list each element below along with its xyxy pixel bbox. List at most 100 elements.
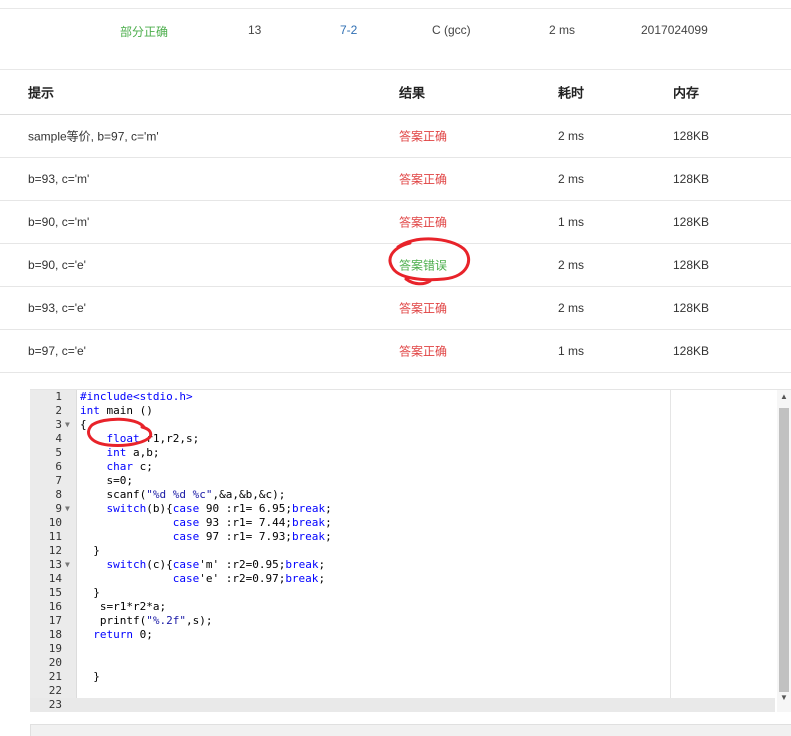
line-code: case 93 :r1= 7.44;break; (172, 516, 332, 529)
code-line[interactable]: 6 char c; (30, 460, 775, 474)
line-number: 1 (55, 390, 62, 403)
row-hint: b=93, c='m' (28, 172, 90, 186)
line-number: 17 (48, 614, 62, 627)
row-memory: 128KB (673, 172, 710, 186)
code-line[interactable]: 19 (30, 642, 775, 656)
row-result: 答案正确 (399, 215, 448, 230)
user-id: 2017024099 (641, 23, 708, 37)
line-code: { (80, 418, 87, 431)
row-result: 答案正确 (399, 344, 448, 359)
line-number: 15 (48, 586, 62, 599)
header-time: 耗时 (558, 85, 585, 101)
table-row: b=93, c='m' 答案正确 2 ms 128KB (0, 158, 791, 201)
code-line[interactable]: 7 s=0; (30, 474, 775, 488)
fold-toggle-icon[interactable]: ▼ (65, 558, 70, 572)
line-code: } (80, 544, 100, 557)
code-line[interactable]: 4 float r1,r2,s; (30, 432, 775, 446)
line-number: 11 (48, 530, 62, 543)
line-number: 12 (48, 544, 62, 557)
line-number: 6 (55, 460, 62, 473)
code-line[interactable]: 14 case'e' :r2=0.97;break; (30, 572, 775, 586)
code-line[interactable]: 15 } (30, 586, 775, 600)
code-line[interactable]: 9 ▼ switch(b){case 90 :r1= 6.95;break; (30, 502, 775, 516)
line-number: 4 (55, 432, 62, 445)
header-result: 结果 (399, 85, 426, 101)
problem-link[interactable]: 7-2 (340, 23, 357, 37)
line-code: s=0; (80, 474, 133, 487)
row-time: 1 ms (558, 215, 585, 229)
line-number: 23 (48, 698, 62, 711)
table-row: b=90, c='m' 答案正确 1 ms 128KB (0, 201, 791, 244)
line-code: } (80, 670, 100, 683)
line-code: switch(b){case 90 :r1= 6.95;break; (106, 502, 332, 515)
line-code: scanf("%d %d %c",&a,&b,&c); (80, 488, 286, 501)
line-code: float r1,r2,s; (106, 432, 200, 445)
fold-toggle-icon[interactable]: ▼ (65, 502, 70, 516)
row-result: 答案正确 (399, 129, 448, 144)
row-time: 2 ms (558, 172, 585, 186)
line-number: 21 (48, 670, 62, 683)
code-line[interactable]: 2 int main () (30, 404, 775, 418)
line-number: 10 (48, 516, 62, 529)
fold-toggle-icon[interactable]: ▼ (65, 418, 70, 432)
test-results-table: 提示 结果 耗时 内存 sample等价, b=97, c='m' 答案正确 2… (0, 70, 791, 373)
row-memory: 128KB (673, 129, 710, 143)
row-memory: 128KB (673, 301, 710, 315)
line-number: 7 (55, 474, 62, 487)
code-line[interactable]: 16 s=r1*r2*a; (30, 600, 775, 614)
editor-scrollbar-thumb[interactable] (779, 408, 789, 692)
line-number: 5 (55, 446, 62, 459)
line-code: switch(c){case'm' :r2=0.95;break; (106, 558, 326, 571)
row-memory: 128KB (673, 215, 710, 229)
code-content[interactable]: 1 #include<stdio.h> 2 int main () 3 ▼{4 float… (30, 390, 775, 712)
code-line[interactable]: 18 return 0; (30, 628, 775, 642)
table-row: b=93, c='e' 答案正确 2 ms 128KB (0, 287, 791, 330)
code-editor[interactable]: 1 #include<stdio.h> 2 int main () 3 ▼{4 float… (30, 389, 791, 712)
line-number: 2 (55, 404, 62, 417)
row-time: 2 ms (558, 258, 585, 272)
code-line[interactable]: 20 (30, 656, 775, 670)
row-hint: b=90, c='e' (28, 258, 86, 272)
code-line[interactable]: 3 ▼ { (30, 418, 775, 432)
line-number: 13 (48, 558, 62, 571)
line-number: 3 (55, 418, 62, 431)
line-number: 16 (48, 600, 62, 613)
submission-score: 13 (248, 23, 262, 37)
compiler-label: C (gcc) (432, 23, 471, 37)
row-hint: b=93, c='e' (28, 301, 86, 315)
code-line[interactable]: 13 ▼ switch(c){case'm' :r2=0.95;break; (30, 558, 775, 572)
submission-status: 部分正确 (120, 25, 169, 39)
bottom-panel (30, 724, 791, 736)
line-number: 22 (48, 684, 62, 697)
code-line[interactable]: 17 printf("%.2f",s); (30, 614, 775, 628)
line-number: 9 (55, 502, 62, 515)
line-code: } (80, 586, 100, 599)
row-hint: b=97, c='e' (28, 344, 86, 358)
code-line[interactable]: 21 } (30, 670, 775, 684)
code-line[interactable]: 12 } (30, 544, 775, 558)
code-line[interactable]: 10 case 93 :r1= 7.44;break; (30, 516, 775, 530)
scroll-down-arrow-icon[interactable]: ▼ (780, 693, 788, 702)
line-code: case'e' :r2=0.97;break; (172, 572, 326, 585)
header-memory: 内存 (673, 85, 700, 101)
line-code: case 97 :r1= 7.93;break; (172, 530, 332, 543)
line-code: return 0; (93, 628, 153, 641)
line-code: int main () (80, 404, 153, 417)
code-line[interactable]: 22 (30, 684, 775, 698)
code-line[interactable]: 5 int a,b; (30, 446, 775, 460)
line-code: s=r1*r2*a; (80, 600, 167, 613)
line-code: #include<stdio.h> (80, 390, 193, 403)
code-line[interactable]: 23 (30, 698, 775, 712)
line-number: 8 (55, 488, 62, 501)
line-number: 14 (48, 572, 62, 585)
scroll-up-arrow-icon[interactable]: ▲ (780, 392, 788, 401)
code-line[interactable]: 8 scanf("%d %d %c",&a,&b,&c); (30, 488, 775, 502)
line-number: 18 (48, 628, 62, 641)
row-result: 答案正确 (399, 301, 448, 316)
table-row: b=90, c='e' 答案错误 2 ms 128KB (0, 244, 791, 287)
table-row: b=97, c='e' 答案正确 1 ms 128KB (0, 330, 791, 373)
code-line[interactable]: 1 #include<stdio.h> (30, 390, 775, 404)
line-code: int a,b; (106, 446, 160, 459)
header-hint: 提示 (28, 85, 55, 101)
code-line[interactable]: 11 case 97 :r1= 7.93;break; (30, 530, 775, 544)
